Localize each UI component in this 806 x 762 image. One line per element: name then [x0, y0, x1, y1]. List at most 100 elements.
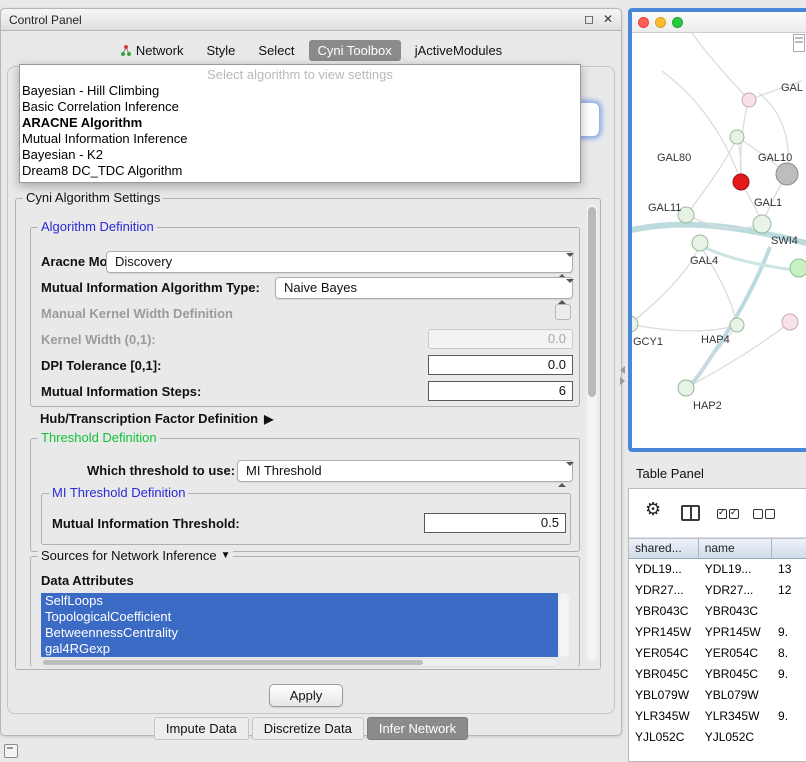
mi-threshold-label: Mutual Information Threshold: [52, 516, 240, 531]
table-cell: YDL19... [629, 559, 699, 580]
attribute-item-selected[interactable]: TopologicalCoefficient [41, 609, 558, 625]
table-header-cell[interactable]: shared... [629, 538, 699, 559]
network-node[interactable] [692, 235, 708, 251]
group-title: Algorithm Definition [41, 219, 154, 234]
tab-jactivemodules[interactable]: jActiveModules [406, 40, 511, 61]
algorithm-option[interactable]: Mutual Information Inference [20, 131, 580, 147]
close-traffic-light[interactable] [638, 17, 649, 28]
network-view-window: GAL GAL80 GAL10 GAL11 GAL1 SWI4 GAL4 GCY… [628, 8, 806, 452]
network-window-titlebar[interactable] [632, 12, 806, 33]
network-node[interactable] [782, 314, 798, 330]
network-graph[interactable]: GAL GAL80 GAL10 GAL11 GAL1 SWI4 GAL4 GCY… [632, 33, 806, 449]
settings-scrollbar[interactable] [587, 205, 597, 661]
dropdown-placeholder: Select algorithm to view settings [20, 66, 580, 83]
close-window-icon[interactable]: ✕ [603, 9, 613, 30]
mi-threshold-field[interactable]: 0.5 [424, 513, 566, 533]
network-canvas[interactable]: GAL GAL80 GAL10 GAL11 GAL1 SWI4 GAL4 GCY… [632, 33, 806, 449]
table-row[interactable]: YER054C YER054C 8. [629, 643, 806, 664]
expanded-caret-icon[interactable]: ▼ [221, 550, 231, 561]
collapse-left-icon[interactable] [620, 366, 625, 374]
tab-label: Cyni Toolbox [318, 43, 392, 58]
table-cell: 13 [772, 559, 806, 580]
table-row[interactable]: YBR043C YBR043C [629, 601, 806, 622]
attribute-item-selected[interactable]: gal4RGexp [41, 641, 558, 657]
tab-select[interactable]: Select [249, 40, 303, 61]
table-row[interactable]: YDR27... YDR27... 12 [629, 580, 806, 601]
algorithm-option-selected[interactable]: ARACNE Algorithm [20, 115, 580, 131]
table-cell: 9. [772, 664, 806, 685]
table-row[interactable]: YBL079W YBL079W [629, 685, 806, 706]
table-header-cell[interactable] [772, 538, 806, 559]
minimize-traffic-light[interactable] [655, 17, 666, 28]
tab-network[interactable]: Network [111, 40, 193, 61]
scrollbar-thumb[interactable] [43, 660, 423, 665]
table-row[interactable]: YPR145W YPR145W 9. [629, 622, 806, 643]
network-node[interactable] [730, 318, 744, 332]
table-cell: YBR045C [629, 664, 699, 685]
network-node[interactable] [753, 215, 771, 233]
table-cell [772, 601, 806, 622]
network-node[interactable] [733, 174, 749, 190]
tab-infer-network[interactable]: Infer Network [367, 717, 468, 740]
mi-algorithm-type-select[interactable]: Naive Bayes [275, 277, 573, 299]
table-row[interactable]: YBR045C YBR045C 9. [629, 664, 806, 685]
bottom-tabbar: Impute Data Discretize Data Infer Networ… [1, 717, 621, 740]
network-node-label: GAL1 [754, 197, 782, 209]
attribute-item-selected[interactable]: SelfLoops [41, 593, 558, 609]
deselect-all-checkboxes-icon[interactable] [753, 505, 777, 523]
mi-algorithm-type-label: Mutual Information Algorithm Type: [41, 280, 260, 295]
select-all-checkboxes-icon[interactable] [717, 505, 741, 523]
group-title: Sources for Network Inference [41, 548, 217, 563]
aracne-mode-select[interactable]: Discovery [106, 251, 573, 273]
attribute-item-selected[interactable]: BetweennessCentrality [41, 625, 558, 641]
table-header-row: shared... name [629, 538, 806, 559]
tab-cyni-toolbox[interactable]: Cyni Toolbox [309, 40, 401, 61]
which-threshold-select[interactable]: MI Threshold [237, 460, 573, 482]
zoom-traffic-light[interactable] [672, 17, 683, 28]
table-cell: YBL079W [629, 685, 699, 706]
table-cell: YDR27... [629, 580, 699, 601]
collapse-right-icon[interactable] [620, 377, 625, 385]
network-node[interactable] [742, 93, 756, 107]
float-window-icon[interactable]: ◻ [584, 9, 594, 30]
apply-button[interactable]: Apply [269, 684, 343, 707]
algorithm-option[interactable]: Bayesian - K2 [20, 147, 580, 163]
table-cell: YDL19... [699, 559, 772, 580]
tab-impute-data[interactable]: Impute Data [154, 717, 249, 740]
columns-icon[interactable] [681, 505, 700, 521]
table-cell: YJL052C [629, 727, 699, 748]
algorithm-option[interactable]: Basic Correlation Inference [20, 99, 580, 115]
attribute-list-vscrollbar[interactable] [559, 593, 569, 657]
which-threshold-label: Which threshold to use: [87, 463, 235, 478]
panel-toggle-icon[interactable] [4, 744, 18, 758]
table-row[interactable]: YJL052C YJL052C [629, 727, 806, 748]
hub-section-toggle[interactable]: Hub/Transcription Factor Definition ▶ [40, 411, 273, 426]
scrollbar-thumb[interactable] [588, 207, 596, 397]
network-node[interactable] [730, 130, 744, 144]
dpi-tolerance-field[interactable]: 0.0 [428, 355, 573, 375]
splitpane-handle[interactable] [620, 366, 628, 385]
attribute-list-hscrollbar[interactable] [41, 658, 558, 667]
table-row[interactable]: YLR345W YLR345W 9. [629, 706, 806, 727]
tab-style[interactable]: Style [198, 40, 245, 61]
algorithm-option[interactable]: Bayesian - Hill Climbing [20, 83, 580, 99]
control-panel-titlebar[interactable]: Control Panel ◻ ✕ [1, 9, 621, 31]
table-cell: 12 [772, 580, 806, 601]
table-row[interactable]: YDL19... YDL19... 13 [629, 559, 806, 580]
algorithm-option[interactable]: Dream8 DC_TDC Algorithm [20, 163, 580, 179]
gear-icon[interactable]: ⚙ [645, 499, 661, 519]
sources-group: Sources for Network Inference ▼ Data Att… [30, 556, 580, 667]
network-node[interactable] [776, 163, 798, 185]
collapsed-caret-icon: ▶ [264, 412, 273, 426]
table-header-cell[interactable]: name [699, 538, 772, 559]
network-node[interactable] [790, 259, 806, 277]
mi-steps-field[interactable]: 6 [428, 381, 573, 401]
select-value: MI Threshold [246, 461, 322, 481]
tab-discretize-data[interactable]: Discretize Data [252, 717, 364, 740]
kernel-width-label: Kernel Width (0,1): [41, 332, 156, 347]
table-panel-title: Table Panel [636, 466, 704, 481]
network-node[interactable] [678, 380, 694, 396]
stepper-arrows-icon [558, 283, 566, 301]
dpi-tolerance-label: DPI Tolerance [0,1]: [41, 358, 161, 373]
overview-scroll-widget[interactable] [793, 34, 805, 52]
